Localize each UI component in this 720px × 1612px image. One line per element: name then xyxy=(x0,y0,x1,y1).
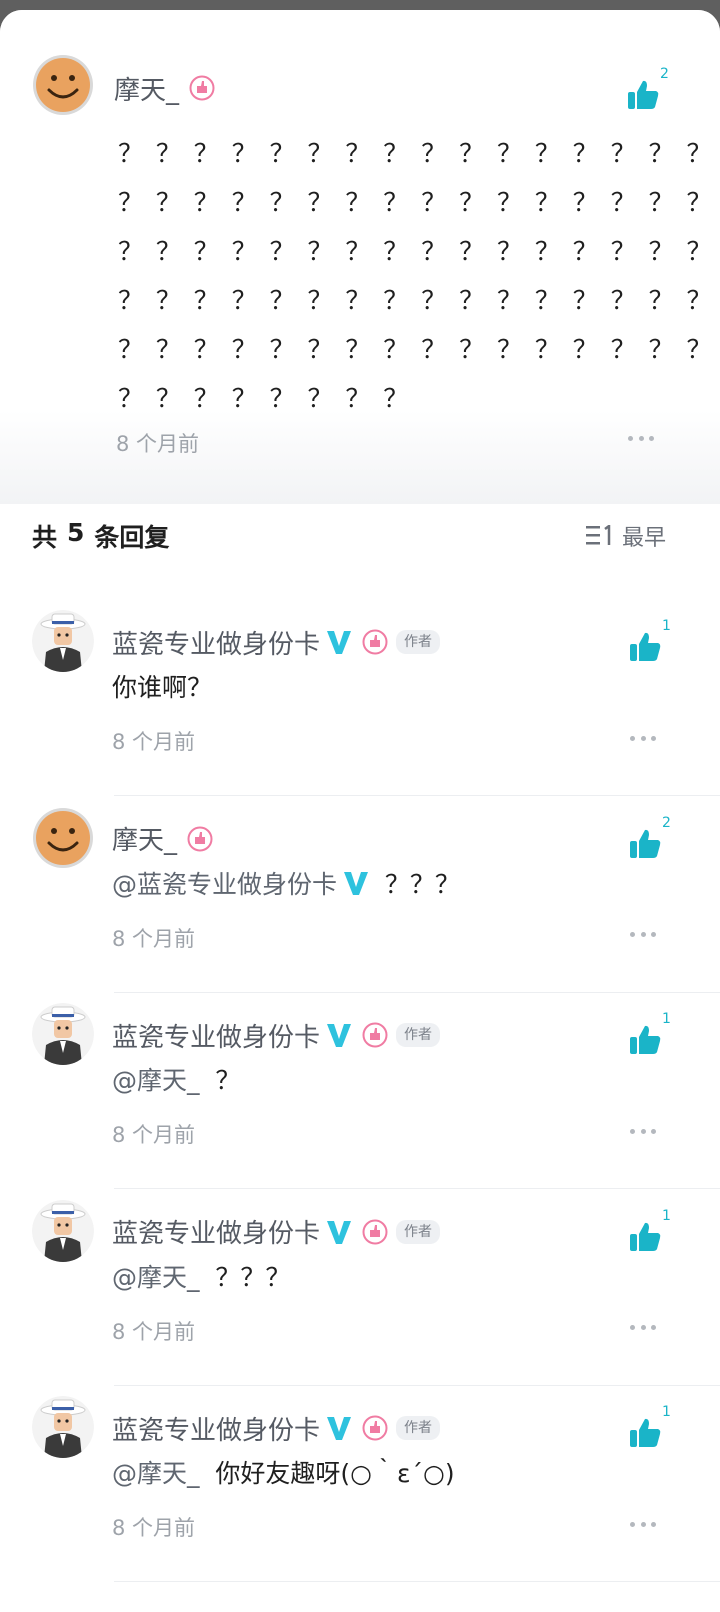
sort-icon xyxy=(586,525,611,545)
like-count: 2 xyxy=(660,66,669,82)
mention-link[interactable]: @摩天_ xyxy=(112,1061,200,1097)
avatar[interactable] xyxy=(32,1396,94,1458)
username-text: 蓝瓷专业做身份卡 xyxy=(112,1022,321,1053)
more-options-icon[interactable] xyxy=(630,1127,656,1135)
reply-content: @摩天_ ？ xyxy=(112,1061,240,1097)
more-options-icon[interactable] xyxy=(628,434,654,442)
verified-icon xyxy=(326,628,352,656)
like-button[interactable]: 1 xyxy=(628,1404,680,1456)
comment-username[interactable]: 摩天_ xyxy=(114,70,215,106)
thumbs-up-icon xyxy=(630,829,661,858)
reply-text: ？？？ xyxy=(215,1262,291,1292)
comment-text-line: ？？？？？？？？？？？？？？？？？？？？ xyxy=(118,335,720,364)
thumbs-up-icon xyxy=(630,1418,661,1447)
main-comment: 摩天_ 2 ？？？？？？？？？？？？？？？？？？？？ ？？？？？？？？？？？？？… xyxy=(0,10,720,504)
like-button[interactable]: 2 xyxy=(628,815,680,867)
like-count: 1 xyxy=(662,618,671,634)
comment-sheet: 摩天_ 2 ？？？？？？？？？？？？？？？？？？？？ ？？？？？？？？？？？？？… xyxy=(0,10,720,1612)
like-count: 1 xyxy=(662,1404,671,1420)
comment-text-line: ？？？？？？？？？？？？？？？？？？？？ xyxy=(118,286,720,315)
reply-username[interactable]: 蓝瓷专业做身份卡 作者 xyxy=(112,1410,441,1446)
reply-item[interactable]: 蓝瓷专业做身份卡 作者 1 @摩天_ ？ 8 个月前 xyxy=(0,993,720,1189)
like-button[interactable]: 2 xyxy=(626,66,678,118)
reply-item[interactable]: 摩天_ 2 @蓝瓷专业做身份卡 ？？？ 8 个月前 xyxy=(0,797,720,993)
comment-text-line: ？？？？？？？？？？？？？？？？？？？？ xyxy=(118,237,720,266)
comment-text-line: ？？？？？？？？？？？？？？？？？？？？ xyxy=(118,188,720,217)
thumbs-up-icon xyxy=(628,80,659,109)
verified-icon xyxy=(326,1218,352,1246)
avatar[interactable] xyxy=(32,610,94,672)
comment-text-line: ？？？？？？？？ xyxy=(118,384,422,413)
level-badge-icon xyxy=(362,1022,388,1048)
reply-content: @摩天_ 你好友趣呀(○｀ε´○) xyxy=(112,1454,455,1490)
more-options-icon[interactable] xyxy=(630,1520,656,1528)
thumbs-up-icon xyxy=(630,1222,661,1251)
reply-content: @蓝瓷专业做身份卡 ？？？ xyxy=(112,865,460,901)
reply-time: 8 个月前 xyxy=(112,730,196,754)
level-badge-icon xyxy=(189,75,215,101)
like-button[interactable]: 1 xyxy=(628,1011,680,1063)
reply-time: 8 个月前 xyxy=(112,1319,196,1344)
reply-username[interactable]: 蓝瓷专业做身份卡 作者 xyxy=(112,1017,441,1053)
reply-text: ？ xyxy=(215,1066,241,1095)
verified-icon xyxy=(343,869,369,897)
avatar[interactable] xyxy=(32,1003,94,1065)
like-count: 1 xyxy=(662,1011,671,1027)
reply-time: 8 个月前 xyxy=(112,1516,196,1540)
reply-username[interactable]: 蓝瓷专业做身份卡 作者 xyxy=(112,1214,441,1250)
verified-icon xyxy=(326,1414,352,1442)
replies-count-header: 共 5 条回复 xyxy=(32,518,170,552)
sort-button[interactable]: 最早 xyxy=(586,520,666,552)
like-count: 2 xyxy=(662,814,671,831)
username-text: 摩天_ xyxy=(112,826,178,856)
reply-time: 8 个月前 xyxy=(112,926,196,951)
reply-item[interactable]: 蓝瓷专业做身份卡 作者 1 @摩天_ ？？？ 8 个月前 xyxy=(0,1190,720,1386)
avatar-smiley[interactable] xyxy=(32,54,94,116)
reply-text: 你好友趣呀(○｀ε´○) xyxy=(215,1459,455,1488)
comment-time: 8 个月前 xyxy=(116,432,200,456)
reply-text: ？？？ xyxy=(384,869,460,899)
reply-username[interactable]: 摩天_ xyxy=(112,821,213,857)
level-badge-icon xyxy=(362,1415,388,1441)
author-tag: 作者 xyxy=(396,1219,441,1244)
mention-link[interactable]: @摩天_ xyxy=(112,1258,200,1294)
reply-time: 8 个月前 xyxy=(112,1123,196,1147)
verified-icon xyxy=(326,1021,352,1049)
sort-label: 最早 xyxy=(622,526,667,551)
more-options-icon[interactable] xyxy=(630,1324,656,1332)
divider xyxy=(114,1581,720,1582)
reply-text: 你谁啊？ xyxy=(112,673,213,702)
level-badge-icon xyxy=(362,1219,388,1245)
like-count: 1 xyxy=(662,1207,671,1224)
reply-content: 你谁啊？ xyxy=(112,668,212,704)
reply-item[interactable]: 蓝瓷专业做身份卡 作者 1 你谁啊？ 8 个月前 xyxy=(0,600,720,796)
more-options-icon[interactable] xyxy=(630,931,656,939)
reply-username[interactable]: 蓝瓷专业做身份卡 作者 xyxy=(112,624,441,660)
thumbs-up-icon xyxy=(630,632,661,661)
like-button[interactable]: 1 xyxy=(628,618,680,670)
avatar[interactable] xyxy=(32,1199,94,1262)
reply-content: @摩天_ ？？？ xyxy=(112,1258,290,1294)
mention-link[interactable]: @蓝瓷专业做身份卡 xyxy=(112,865,369,901)
author-tag: 作者 xyxy=(396,1023,441,1047)
thumbs-up-icon xyxy=(630,1025,661,1054)
username-text: 蓝瓷专业做身份卡 xyxy=(112,1219,321,1249)
avatar[interactable] xyxy=(32,807,94,869)
username-text: 摩天_ xyxy=(114,75,180,106)
more-options-icon[interactable] xyxy=(630,734,656,742)
level-badge-icon xyxy=(187,826,213,852)
username-text: 蓝瓷专业做身份卡 xyxy=(112,1415,321,1446)
reply-item[interactable]: 蓝瓷专业做身份卡 作者 1 @摩天_ 你好友趣呀(○｀ε´○) 8 个月前 xyxy=(0,1386,720,1582)
mention-link[interactable]: @摩天_ xyxy=(112,1454,200,1490)
username-text: 蓝瓷专业做身份卡 xyxy=(112,629,321,660)
comment-text-line: ？？？？？？？？？？？？？？？？？？？？ xyxy=(118,139,720,168)
author-tag: 作者 xyxy=(396,630,441,654)
author-tag: 作者 xyxy=(396,1416,441,1440)
level-badge-icon xyxy=(362,629,388,655)
like-button[interactable]: 1 xyxy=(628,1208,680,1260)
